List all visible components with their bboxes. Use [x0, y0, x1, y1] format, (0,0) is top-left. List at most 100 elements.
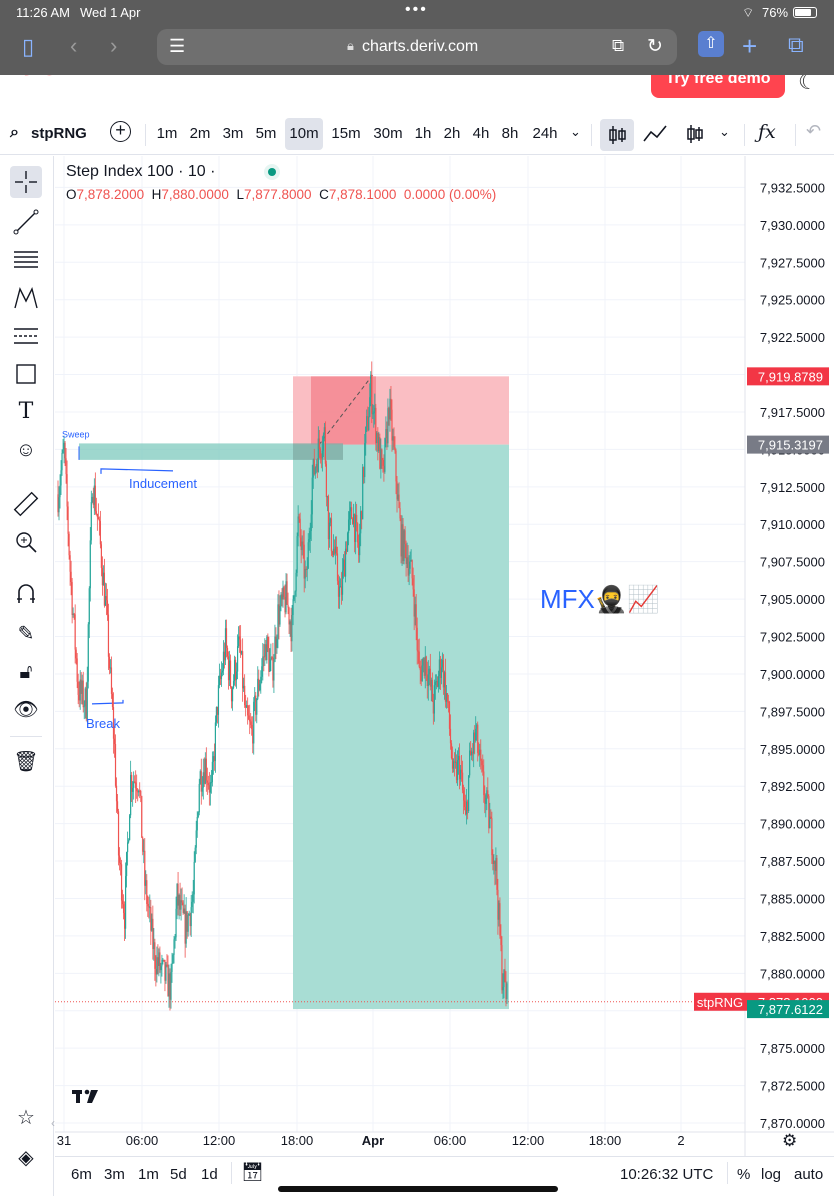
percent-toggle[interactable]: % [737, 1166, 750, 1183]
candle-body [287, 604, 289, 608]
y-tick-label: 7,872.5000 [760, 1079, 825, 1094]
collapse-chevron-icon[interactable]: ‹ [51, 1116, 55, 1130]
pattern-icon[interactable] [10, 282, 42, 314]
candle-body [279, 606, 281, 625]
magnet-icon[interactable] [10, 578, 42, 610]
candle-body [393, 436, 395, 448]
candle-body [499, 903, 501, 936]
compare-add-icon[interactable]: + [110, 121, 131, 142]
candle-body [267, 636, 269, 649]
candle-body [236, 646, 239, 672]
candle-body [365, 426, 367, 444]
layers-icon[interactable]: ◈ [10, 1142, 42, 1174]
share-icon[interactable]: ⇧ [698, 31, 724, 57]
auto-toggle[interactable]: auto [794, 1166, 823, 1183]
back-icon[interactable]: ‹ [70, 33, 77, 59]
candle-body [170, 971, 172, 1000]
timeframe-1m[interactable]: 1m [153, 118, 181, 150]
try-demo-button[interactable]: Try free demo [651, 75, 785, 98]
candle-body [239, 636, 241, 640]
trash-icon[interactable]: 🗑︎ [10, 746, 42, 778]
x-tick-label: 18:00 [589, 1133, 622, 1148]
candle-body [250, 721, 252, 725]
utc-clock[interactable]: 10:26:32 UTC [620, 1166, 713, 1183]
range-1d[interactable]: 1d [201, 1166, 218, 1183]
timeframe-3m[interactable]: 3m [219, 118, 247, 150]
fib-icon[interactable] [10, 244, 42, 276]
candles-style-icon[interactable] [600, 119, 634, 151]
shape-icon[interactable] [10, 358, 42, 390]
zoom-icon[interactable] [10, 526, 42, 558]
chevron-down-icon[interactable]: ⌄ [570, 124, 581, 140]
chevron-down-icon[interactable]: ⌄ [719, 124, 730, 140]
indicators-fx-icon[interactable]: ƒx [758, 121, 776, 143]
candle-body [291, 615, 293, 642]
reader-icon[interactable]: ☰ [169, 36, 185, 57]
candle-body [475, 728, 477, 741]
candle-body [65, 458, 67, 475]
candle-body [146, 880, 148, 904]
undo-icon[interactable]: ↶ [806, 121, 821, 142]
chart-area[interactable]: 7,932.5000 7,930.0000 7,927.5000 7,925.0000… [51, 156, 834, 1156]
symbol-name[interactable]: stpRNG [31, 125, 87, 142]
candle-body [416, 627, 418, 651]
multitask-dots-icon[interactable]: ••• [405, 1, 428, 19]
star-icon[interactable]: ☆ [10, 1102, 42, 1134]
candle-body [111, 693, 114, 708]
crosshair-icon[interactable] [10, 166, 42, 198]
candle-body [211, 761, 213, 783]
candle-body [147, 903, 149, 907]
candle-body [481, 760, 483, 766]
candle-body [231, 687, 234, 702]
candle-body [318, 438, 320, 449]
price-chart[interactable]: 7,932.5000 7,930.0000 7,927.5000 7,925.0000… [55, 156, 834, 1156]
symbol-search-icon[interactable]: ⌕ [10, 124, 19, 142]
lock-draw-icon[interactable]: ✎ [10, 618, 42, 650]
text-icon[interactable]: T [10, 396, 42, 428]
range-6m[interactable]: 6m [71, 1166, 92, 1183]
tabs-icon[interactable]: ⧉ [788, 32, 804, 58]
timeframe-4h[interactable]: 4h [468, 118, 494, 150]
timeframe-10m[interactable]: 10m [285, 118, 323, 150]
candle-body [115, 785, 118, 802]
log-toggle[interactable]: log [761, 1166, 781, 1183]
candle-body [172, 954, 174, 964]
timeframe-5m[interactable]: 5m [252, 118, 280, 150]
line-style-icon[interactable] [642, 121, 668, 151]
settings-gear-icon[interactable]: ⚙ [782, 1131, 797, 1151]
forecast-icon[interactable] [10, 320, 42, 352]
candle-body [68, 533, 70, 556]
candle-body [114, 744, 117, 786]
timeframe-1h[interactable]: 1h [410, 118, 436, 150]
y-tick-label: 7,890.0000 [760, 817, 825, 832]
timeframe-24h[interactable]: 24h [528, 118, 562, 150]
theme-moon-icon[interactable]: ☾ [798, 75, 818, 95]
range-1m[interactable]: 1m [138, 1166, 159, 1183]
emoji-icon[interactable]: ☺ [10, 434, 42, 466]
forward-icon[interactable]: › [110, 33, 117, 59]
candle-body [434, 681, 436, 686]
ruler-icon[interactable] [10, 488, 42, 520]
y-tick-label: 7,870.0000 [760, 1116, 825, 1131]
lock-icon[interactable]: 🔓︎ [10, 656, 42, 688]
sidebar-icon[interactable]: ▯ [22, 34, 34, 60]
trendline-icon[interactable] [10, 206, 42, 238]
eye-icon[interactable]: 👁︎ [10, 694, 42, 726]
candle-body [60, 470, 62, 486]
new-tab-icon[interactable]: + [742, 31, 757, 62]
timeframe-15m[interactable]: 15m [328, 118, 364, 150]
timeframe-2m[interactable]: 2m [186, 118, 214, 150]
indicator-candles-icon[interactable] [684, 121, 706, 151]
candle-body [369, 397, 371, 417]
candle-body [463, 790, 465, 801]
timeframe-2h[interactable]: 2h [439, 118, 465, 150]
timeframe-30m[interactable]: 30m [368, 118, 408, 150]
reload-icon[interactable]: ↻ [647, 35, 663, 58]
timeframe-8h[interactable]: 8h [497, 118, 523, 150]
range-5d[interactable]: 5d [170, 1166, 187, 1183]
extension-icon[interactable]: ⧉ [612, 36, 624, 56]
go-to-date-icon[interactable]: 📅︎ [241, 1162, 264, 1183]
candle-body [419, 666, 421, 671]
range-3m[interactable]: 3m [104, 1166, 125, 1183]
url-bar[interactable]: ☰ 🔒︎ charts.deriv.com ⧉ ↻ [157, 29, 677, 65]
